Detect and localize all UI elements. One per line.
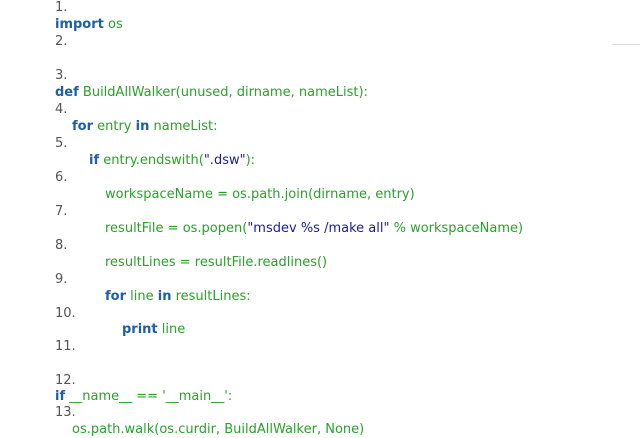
string-token: ".dsw"	[203, 153, 246, 168]
code-line: import os	[55, 17, 123, 33]
keyword-token: in	[157, 289, 172, 304]
code-token: nameList:	[149, 119, 218, 134]
code-token: resultFile = os.popen(	[105, 221, 248, 236]
code-token: entry.endswith(	[99, 153, 204, 168]
keyword-token: def	[55, 85, 79, 100]
code-line: for line in resultLines:	[105, 289, 251, 305]
keyword-token: import	[55, 17, 104, 32]
code-token: line	[126, 289, 158, 304]
code-line: for entry in nameList:	[72, 119, 217, 135]
code-token: resultLines = resultFile.readlines()	[105, 255, 328, 270]
line-number: 4.	[55, 102, 68, 117]
line-number: 7.	[55, 204, 68, 219]
line-number: 11.	[55, 339, 76, 354]
code-token: BuildAllWalker(unused, dirname, nameList…	[78, 85, 368, 100]
code-token: os	[103, 17, 123, 32]
code-token: :	[227, 389, 233, 404]
line-number: 13.	[55, 405, 76, 420]
code-line: resultFile = os.popen("msdev %s /make al…	[105, 221, 523, 237]
line-number: 5.	[55, 136, 68, 151]
line-number: 1.	[55, 0, 68, 15]
code-token: resultLines:	[171, 289, 251, 304]
code-line: print line	[122, 322, 185, 338]
line-number: 3.	[55, 68, 68, 83]
divider	[612, 44, 640, 45]
keyword-token: if	[89, 153, 100, 168]
code-line: if entry.endswith(".dsw"):	[89, 153, 255, 169]
code-token: line	[157, 322, 186, 337]
code-token: '__main__'	[162, 389, 228, 404]
keyword-token: print	[122, 322, 158, 337]
code-line: resultLines = resultFile.readlines()	[105, 255, 327, 271]
line-number: 9.	[55, 272, 68, 287]
line-number: 6.	[55, 170, 68, 185]
code-token: % workspaceName)	[389, 221, 524, 236]
line-number: 2.	[55, 34, 68, 49]
code-line: if __name__ == '__main__':	[55, 389, 232, 405]
code-line: workspaceName = os.path.join(dirname, en…	[105, 187, 415, 203]
string-token: "msdev %s /make all"	[247, 221, 390, 236]
line-number: 10.	[55, 306, 76, 321]
line-number: 8.	[55, 238, 68, 253]
code-listing: 1. import os 2. 3. def BuildAllWalker(unused…	[0, 0, 640, 437]
keyword-token: for	[105, 289, 126, 304]
code-token: ):	[245, 153, 256, 168]
code-line: def BuildAllWalker(unused, dirname, name…	[55, 85, 368, 101]
keyword-token: for	[72, 119, 93, 134]
code-token: os.path.walk(os.curdir, BuildAllWalker, …	[72, 422, 365, 437]
keyword-token: in	[135, 119, 150, 134]
line-number: 12.	[55, 373, 76, 388]
code-token: entry	[93, 119, 136, 134]
code-token: workspaceName = os.path.join(dirname, en…	[105, 187, 415, 202]
code-token: __name__ ==	[65, 389, 163, 404]
keyword-token: if	[55, 389, 66, 404]
